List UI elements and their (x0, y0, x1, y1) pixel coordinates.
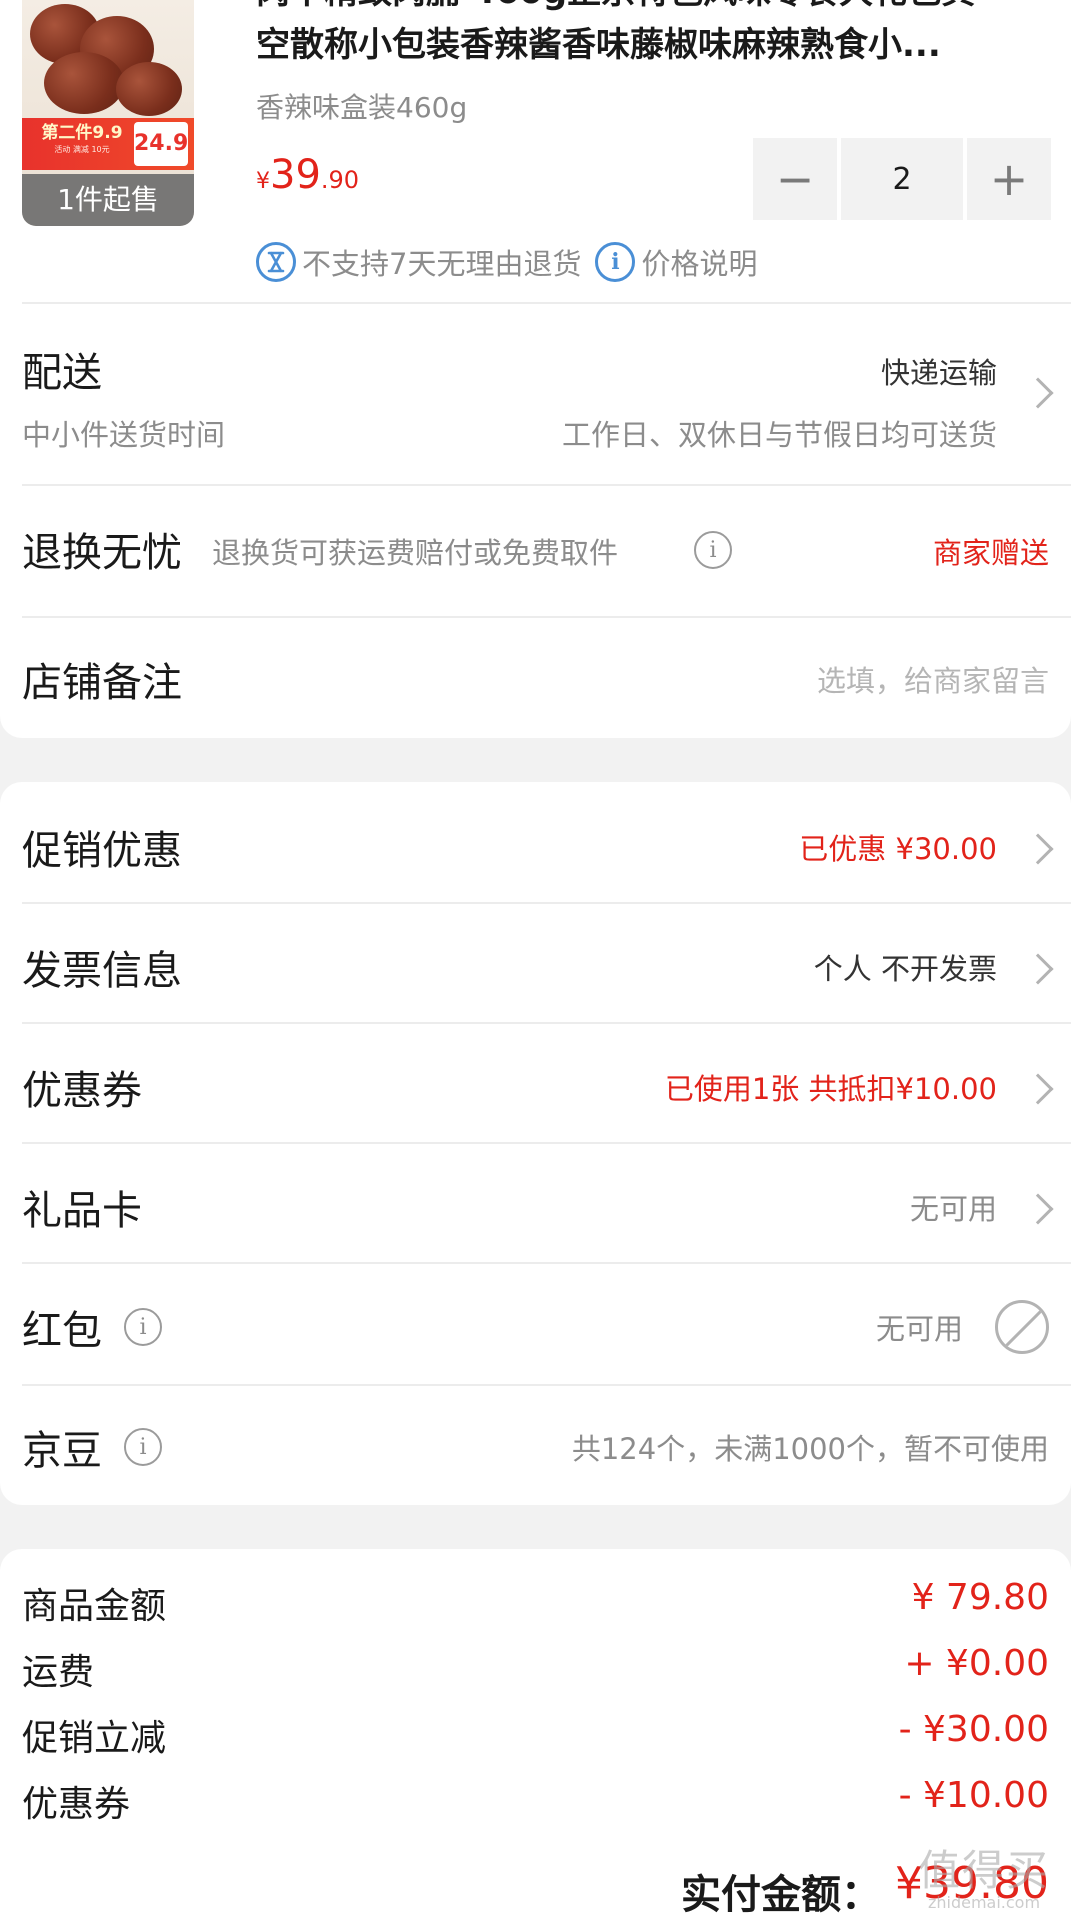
price-decimal: .90 (320, 166, 360, 194)
shipping-label: 运费 (22, 1652, 95, 1693)
no-return-text: 不支持7天无理由退货 (302, 247, 582, 281)
watermark-logo: 值得买 (917, 1846, 1050, 1895)
divider (22, 302, 1071, 304)
coupon-value[interactable]: 已使用1张 共抵扣¥10.00 (665, 1066, 997, 1108)
return-worry-free-desc: 退换货可获运费赔付或免费取件 (212, 536, 619, 570)
promo-discount-value: - ¥30.00 (898, 1709, 1049, 1750)
divider (22, 484, 1071, 486)
shop-note-label: 店铺备注 (22, 660, 182, 706)
info-icon[interactable]: i (595, 242, 636, 282)
decrease-quantity-button[interactable]: − (753, 138, 837, 220)
meat-illustration (44, 52, 124, 114)
divider (22, 1262, 1071, 1264)
promotion-label: 促销优惠 (22, 828, 182, 874)
goods-amount-value: ¥ 79.80 (911, 1577, 1049, 1618)
product-title-line-1[interactable]: 肉干精致肉脯 460g正宗特色风味零食大礼包真 (256, 0, 1046, 14)
divider (22, 1384, 1071, 1386)
unavailable-icon (995, 1300, 1049, 1354)
delivery-time-label: 中小件送货时间 (22, 418, 226, 452)
shipping-value: + ¥0.00 (904, 1643, 1049, 1684)
watermark-url: zhidemai.com (927, 1893, 1041, 1912)
image-promo-sub: 活动 满减 10元 (54, 145, 110, 154)
invoice-label: 发票信息 (22, 948, 182, 994)
product-image[interactable]: 第二件9.9 活动 满减 10元 24.9 1件起售 (22, 0, 194, 226)
price-info-link[interactable]: 价格说明 (641, 241, 757, 283)
image-promo-band: 第二件9.9 活动 满减 10元 24.9 (22, 118, 194, 170)
chevron-right-icon[interactable] (1022, 1073, 1054, 1105)
delivery-method[interactable]: 快递运输 (881, 350, 997, 392)
product-notes: 不支持7天无理由退货 i 价格说明 (256, 240, 771, 284)
info-icon[interactable]: i (124, 1428, 162, 1466)
image-promo-text: 第二件9.9 活动 满减 10元 (28, 122, 136, 166)
product-price: ¥39.90 (256, 152, 359, 198)
chevron-right-icon[interactable] (1022, 1193, 1054, 1225)
jingdou-value: 共124个，未满1000个，暂不可使用 (571, 1432, 1049, 1466)
coupon-discount-value: - ¥10.00 (898, 1775, 1049, 1816)
info-icon[interactable]: i (694, 531, 732, 569)
quantity-input[interactable]: 2 (841, 138, 963, 220)
watermark: 值得买 zhidemai.com (909, 1848, 1059, 1912)
chevron-right-icon[interactable] (1022, 833, 1054, 865)
gift-card-value[interactable]: 无可用 (910, 1186, 997, 1228)
divider (22, 1142, 1071, 1144)
return-worry-free-label: 退换无忧 (22, 530, 182, 576)
min-order-label: 1件起售 (22, 174, 194, 226)
invoice-value[interactable]: 个人 不开发票 (814, 946, 997, 988)
delivery-label: 配送 (22, 350, 102, 396)
goods-amount-label: 商品金额 (22, 1586, 167, 1627)
delivery-time-value: 工作日、双休日与节假日均可送货 (561, 418, 997, 452)
chevron-right-icon[interactable] (1022, 377, 1054, 409)
jingdou-label: 京豆 (22, 1428, 102, 1474)
coupon-label: 优惠券 (22, 1068, 142, 1114)
divider (22, 1022, 1071, 1024)
benefits-card: 促销优惠 已优惠 ¥30.00 发票信息 个人 不开发票 优惠券 已使用1张 共… (0, 782, 1071, 1505)
shop-note-input[interactable]: 选填，给商家留言 (817, 658, 1049, 700)
meat-illustration (116, 62, 182, 116)
price-currency: ¥ (256, 169, 270, 194)
promotion-value[interactable]: 已优惠 ¥30.00 (799, 826, 997, 868)
image-promo-main: 第二件9.9 (41, 123, 123, 143)
no-return-icon (256, 242, 296, 282)
divider (22, 616, 1071, 618)
gift-card-label: 礼品卡 (22, 1188, 142, 1234)
return-worry-free-value: 商家赠送 (932, 536, 1049, 570)
red-packet-value: 无可用 (875, 1312, 963, 1346)
divider (22, 902, 1071, 904)
chevron-right-icon[interactable] (1022, 953, 1054, 985)
info-icon[interactable]: i (124, 1308, 162, 1346)
coupon-discount-label: 优惠券 (22, 1784, 131, 1825)
image-price-tag: 24.9 (134, 122, 188, 166)
promo-discount-label: 促销立减 (22, 1718, 167, 1759)
product-title-line-2[interactable]: 空散称小包装香辣酱香味藤椒味麻辣熟食小... (256, 22, 1046, 68)
quantity-stepper: − 2 + (753, 138, 1051, 220)
order-product-card: 第二件9.9 活动 满减 10元 24.9 1件起售 肉干精致肉脯 460g正宗… (0, 0, 1071, 738)
total-label: 实付金额： (681, 1872, 881, 1918)
product-variant: 香辣味盒装460g (256, 91, 468, 124)
increase-quantity-button[interactable]: + (967, 138, 1051, 220)
red-packet-label: 红包 (22, 1308, 102, 1354)
price-integer: 39 (270, 152, 321, 198)
